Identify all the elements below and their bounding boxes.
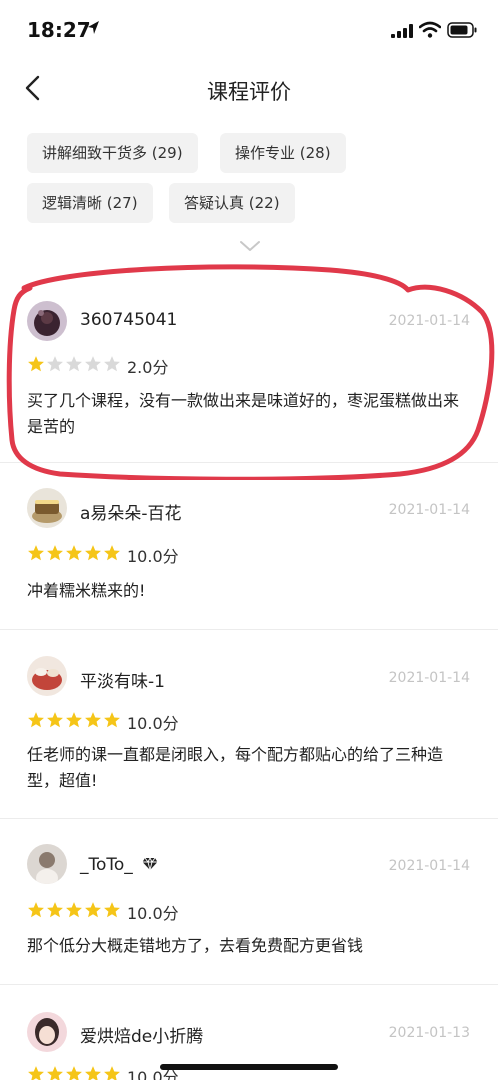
star-filled-icon [66,712,82,728]
star-filled-icon [85,1066,101,1080]
review-score: 10.0分 [127,714,179,733]
star-empty-icon [104,356,120,372]
divider [0,818,498,819]
star-filled-icon [85,545,101,561]
star-filled-icon [66,1066,82,1080]
wifi-icon [419,21,441,38]
review-item: _ToTo_ 2021-01-14 10.0分 那个低分大概走错地方了，去看免费… [0,844,498,974]
star-filled-icon [104,712,120,728]
star-rating [27,901,121,919]
review-username: 平淡有味-1 [80,672,165,692]
review-username: _ToTo_ [80,855,158,875]
review-score: 10.0分 [127,904,179,923]
review-date: 2021-01-13 [388,1025,470,1041]
review-text: 冲着糯米糕来的! [27,581,146,600]
review-date: 2021-01-14 [388,502,470,518]
tag-logical[interactable]: 逻辑清晰 (27) [27,183,153,223]
review-date: 2021-01-14 [388,858,470,874]
star-filled-icon [28,1066,44,1080]
review-username-text: _ToTo_ [80,855,133,875]
review-date: 2021-01-14 [388,670,470,686]
star-rating [27,355,121,373]
star-filled-icon [28,712,44,728]
tag-answers[interactable]: 答疑认真 (22) [169,183,295,223]
star-filled-icon [47,902,63,918]
page-title: 课程评价 [207,80,291,104]
avatar[interactable] [27,1012,67,1052]
review-item: 360745041 2021-01-14 2.0分 买了几个课程，没有一款做出来… [0,296,498,466]
star-filled-icon [66,902,82,918]
star-filled-icon [47,545,63,561]
avatar[interactable] [27,488,67,528]
divider [0,462,498,463]
chevron-down-icon[interactable] [238,238,262,254]
location-arrow-icon [88,21,99,34]
review-text: 任老师的课一直都是闭眼入，每个配方都贴心的给了三种造型，超值! [27,745,444,790]
star-rating [27,711,121,729]
review-username: 360745041 [80,310,178,330]
review-username: 爱烘焙de小折腾 [80,1027,204,1047]
divider [0,629,498,630]
battery-icon [447,22,477,38]
tag-detailed[interactable]: 讲解细致干货多 (29) [27,133,198,173]
tag-professional[interactable]: 操作专业 (28) [220,133,346,173]
avatar[interactable] [27,656,67,696]
review-item: a易朵朵-百花 2021-01-14 10.0分 冲着糯米糕来的! [0,488,498,618]
star-filled-icon [28,902,44,918]
status-bar: 18:27 [0,0,498,60]
avatar[interactable] [27,301,67,341]
star-filled-icon [28,545,44,561]
star-rating [27,1065,121,1080]
divider [0,984,498,985]
diamond-icon [142,856,158,871]
avatar[interactable] [27,844,67,884]
star-filled-icon [104,1066,120,1080]
star-filled-icon [104,545,120,561]
cellular-signal-icon [391,24,413,38]
status-time: 18:27 [27,18,91,42]
review-text: 买了几个课程，没有一款做出来是味道好的，枣泥蛋糕做出来是苦的 [27,391,460,436]
review-date: 2021-01-14 [388,313,470,329]
review-username: a易朵朵-百花 [80,504,182,524]
home-indicator [160,1064,338,1070]
review-text: 那个低分大概走错地方了，去看免费配方更省钱 [27,936,364,955]
review-score: 2.0分 [127,358,169,377]
star-empty-icon [85,356,101,372]
star-filled-icon [47,712,63,728]
star-filled-icon [85,712,101,728]
star-filled-icon [28,356,44,372]
course-review-screen: 18:27 课程评价 讲解细致干货多 (29) 操作专业 (28) 逻辑清晰 (… [0,0,498,1080]
star-filled-icon [85,902,101,918]
star-empty-icon [47,356,63,372]
star-empty-icon [66,356,82,372]
star-rating [27,544,121,562]
star-filled-icon [47,1066,63,1080]
star-filled-icon [104,902,120,918]
star-filled-icon [66,545,82,561]
review-item: 平淡有味-1 2021-01-14 10.0分 任老师的课一直都是闭眼入，每个配… [0,655,498,815]
review-score: 10.0分 [127,547,179,566]
navigation-bar: 课程评价 [0,60,498,120]
